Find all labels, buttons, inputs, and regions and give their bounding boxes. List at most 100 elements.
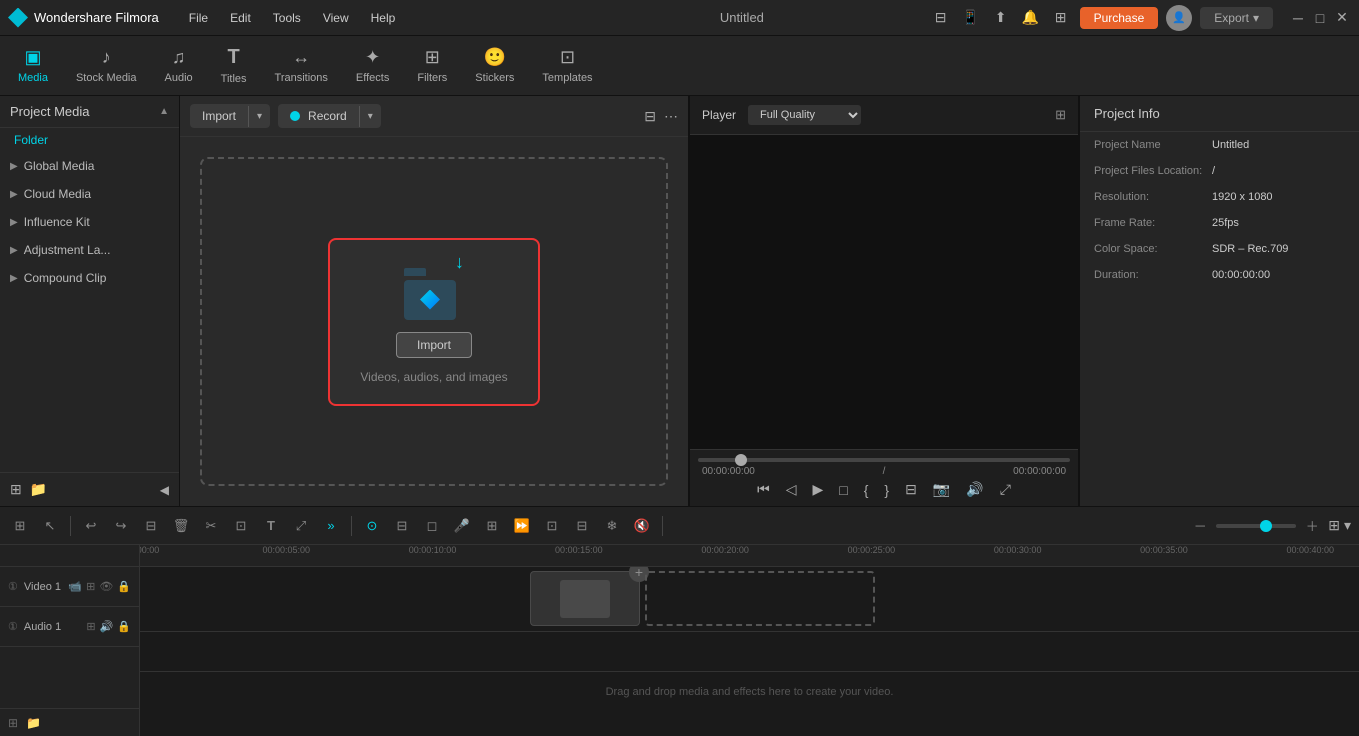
panel-title: Project Media	[10, 104, 89, 119]
record-dropdown[interactable]: Record ▾	[278, 104, 381, 128]
player-progress-bar[interactable]	[698, 458, 1070, 462]
mark-in-button[interactable]: {	[864, 482, 869, 498]
toolbar-transitions[interactable]: ↔ Transitions	[261, 41, 342, 90]
audio-mute-icon[interactable]: 🔊	[100, 620, 114, 633]
delete-icon[interactable]: 🗑	[169, 514, 193, 538]
video-lock-icon[interactable]: 🔒	[117, 580, 131, 593]
player-tab[interactable]: Player	[702, 104, 736, 126]
upload-icon[interactable]: ⬆	[990, 7, 1012, 29]
notification-icon[interactable]: 🔔	[1020, 7, 1042, 29]
mask-icon[interactable]: ◻	[420, 514, 444, 538]
redo-icon[interactable]: ↪	[109, 514, 133, 538]
player-expand-icon[interactable]: ⊞	[1055, 107, 1066, 123]
titlebar: Wondershare Filmora File Edit Tools View…	[0, 0, 1359, 36]
menu-file[interactable]: File	[179, 7, 218, 29]
new-folder-icon[interactable]: 📁	[30, 481, 47, 498]
minimize-display-icon[interactable]: ⊟	[930, 7, 952, 29]
collapse-panel-button[interactable]: ◀	[160, 483, 169, 497]
window-maximize-button[interactable]: □	[1311, 9, 1329, 27]
stop-button[interactable]: □	[839, 482, 847, 498]
step-back-button[interactable]: ⏮	[757, 481, 770, 498]
toolbar-stock-media[interactable]: ♪ Stock Media	[62, 41, 151, 90]
sidebar-item-global-media[interactable]: ▶ Global Media	[0, 152, 179, 180]
menu-tools[interactable]: Tools	[263, 7, 311, 29]
toolbar-separator-2	[351, 516, 352, 536]
video-add-icon[interactable]: ⊞	[86, 580, 95, 593]
clip-range-button[interactable]: ⊟	[905, 481, 917, 498]
timeline-tracks[interactable]: + Drag and drop media and effects here t…	[140, 567, 1359, 736]
more-tools-icon[interactable]: »	[319, 514, 343, 538]
mute-icon[interactable]: 🔇	[630, 514, 654, 538]
volume-button[interactable]: 🔊	[966, 481, 983, 498]
quality-select[interactable]: Full Quality High Quality Medium Quality…	[748, 105, 861, 125]
video-camera-icon[interactable]: 📹	[68, 580, 82, 593]
menu-edit[interactable]: Edit	[220, 7, 261, 29]
frame-back-button[interactable]: ◁	[786, 481, 797, 498]
apps-icon[interactable]: ⊞	[1050, 7, 1072, 29]
export-button[interactable]: Export ▾	[1200, 7, 1273, 29]
sidebar-item-compound-clip[interactable]: ▶ Compound Clip	[0, 264, 179, 292]
track-motion-icon[interactable]: ⊞	[480, 514, 504, 538]
purchase-button[interactable]: Purchase	[1080, 7, 1159, 29]
text-tool-icon[interactable]: T	[259, 514, 283, 538]
toolbar-templates[interactable]: ⊡ Templates	[528, 41, 606, 90]
drag-ghost-thumbnail	[560, 580, 610, 618]
zoom-in-icon[interactable]: ＋	[1300, 514, 1324, 538]
grid-view-icon[interactable]: ⊞	[1328, 517, 1340, 534]
play-button[interactable]: ▶	[812, 481, 823, 498]
crop-icon[interactable]: ⊡	[229, 514, 253, 538]
filter-icon[interactable]: ⊟	[644, 108, 656, 125]
snapshot-button[interactable]: 📷	[933, 481, 950, 498]
folder-item[interactable]: Folder	[0, 128, 179, 152]
toolbar-filters[interactable]: ⊞ Filters	[403, 41, 461, 90]
split-icon[interactable]: ⊟	[570, 514, 594, 538]
mark-out-button[interactable]: }	[884, 482, 889, 498]
toolbar-media[interactable]: ▣ Media	[4, 41, 62, 90]
zoom-out-icon[interactable]: －	[1188, 514, 1212, 538]
user-avatar[interactable]: 👤	[1166, 5, 1192, 31]
grid-options-icon[interactable]: ▾	[1344, 517, 1351, 534]
window-close-button[interactable]: ✕	[1333, 9, 1351, 27]
window-minimize-button[interactable]: ─	[1289, 9, 1307, 27]
freeze-icon[interactable]: ❄	[600, 514, 624, 538]
toolbar-stickers[interactable]: 🙂 Stickers	[461, 41, 528, 90]
toolbar-audio[interactable]: ♫ Audio	[151, 41, 207, 90]
ruler-ts-6: 00:00:30:00	[994, 545, 1042, 555]
player-header: Player Full Quality High Quality Medium …	[690, 96, 1078, 135]
devices-icon[interactable]: 📱	[960, 7, 982, 29]
add-folder-icon[interactable]: 📁	[26, 716, 41, 730]
zoom-slider[interactable]	[1216, 524, 1296, 528]
add-track-icon[interactable]: ⊞	[8, 716, 18, 730]
audio-track	[140, 632, 1359, 672]
select-tool-icon[interactable]: ⊞	[8, 514, 32, 538]
undo-icon[interactable]: ↩	[79, 514, 103, 538]
import-dropdown[interactable]: Import ▾	[190, 104, 270, 128]
pointer-tool-icon[interactable]: ↖	[38, 514, 62, 538]
menu-view[interactable]: View	[313, 7, 359, 29]
folder-body	[404, 280, 456, 320]
video-eye-icon[interactable]: 👁	[99, 580, 113, 593]
menu-help[interactable]: Help	[361, 7, 406, 29]
subtitle-icon[interactable]: ⊡	[540, 514, 564, 538]
audio-add-icon[interactable]: ⊞	[86, 620, 95, 633]
timeline-ruler: 00:00 00:00:05:00 00:00:10:00 00:00:15:0…	[140, 545, 1359, 567]
audio-lock-icon[interactable]: 🔒	[117, 620, 131, 633]
sidebar-item-influence-kit[interactable]: ▶ Influence Kit	[0, 208, 179, 236]
add-media-folder-icon[interactable]: ⊞	[10, 481, 22, 498]
resize-icon[interactable]: ⤢	[289, 514, 313, 538]
speed-icon[interactable]: ⏩	[510, 514, 534, 538]
cut-icon[interactable]: ✂	[199, 514, 223, 538]
sidebar-item-adjustment-layer[interactable]: ▶ Adjustment La...	[0, 236, 179, 264]
toolbar-titles[interactable]: T Titles	[207, 40, 261, 91]
voiceover-icon[interactable]: 🎤	[450, 514, 474, 538]
duration-row: Duration: 00:00:00:00	[1080, 262, 1359, 288]
audio-detach-icon[interactable]: ⊟	[139, 514, 163, 538]
import-card-button[interactable]: Import	[396, 332, 472, 358]
sidebar-item-cloud-media[interactable]: ▶ Cloud Media	[0, 180, 179, 208]
media-toolbar-right: ⊟ ⋯	[644, 108, 678, 125]
toolbar-effects[interactable]: ✦ Effects	[342, 41, 403, 90]
scene-detect-icon[interactable]: ⊟	[390, 514, 414, 538]
ripple-icon[interactable]: ⊙	[360, 514, 384, 538]
fullscreen-button[interactable]: ⤢	[1000, 481, 1011, 498]
more-options-icon[interactable]: ⋯	[664, 108, 678, 125]
